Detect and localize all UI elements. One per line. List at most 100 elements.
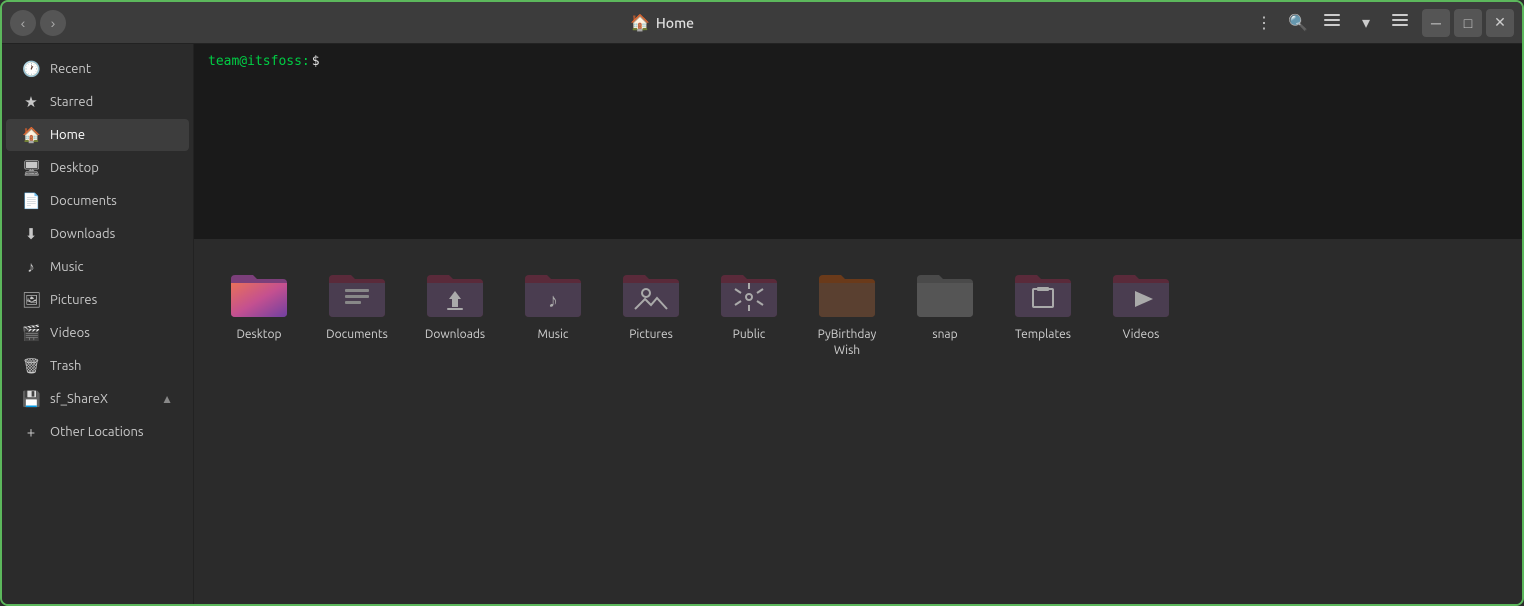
main-area: 🕐 Recent ★ Starred 🏠 Home 🖥 Desktop 📄 Do… [2,44,1522,604]
maximize-icon: □ [1464,15,1472,31]
files-section: Desktop Docum [194,239,1522,604]
forward-icon: › [51,15,56,31]
pictures-label: Pictures [629,327,673,343]
back-icon: ‹ [21,15,26,31]
snap-label: snap [932,327,957,343]
view-list-icon [1324,12,1340,33]
sidebar-label-trash: Trash [50,359,81,373]
sidebar-item-trash[interactable]: 🗑 Trash [6,350,189,382]
search-icon: 🔍 [1288,13,1308,33]
music-icon: ♪ [22,258,40,276]
recent-icon: 🕐 [22,60,40,78]
home-sidebar-icon: 🏠 [22,126,40,144]
sidebar-item-desktop[interactable]: 🖥 Desktop [6,152,189,184]
folder-videos[interactable]: Videos [1096,255,1186,368]
sidebar-label-downloads: Downloads [50,227,115,241]
search-button[interactable]: 🔍 [1284,9,1312,37]
folder-documents[interactable]: Documents [312,255,402,368]
maximize-button[interactable]: □ [1454,9,1482,37]
window-controls: ─ □ ✕ [1422,9,1514,37]
forward-button[interactable]: › [40,10,66,36]
sidebar-label-starred: Starred [50,95,93,109]
titlebar-right: ⋮ 🔍 ▾ [1250,9,1414,37]
sidebar-label-documents: Documents [50,194,117,208]
sidebar-label-sf-sharex: sf_ShareX [50,392,108,406]
close-icon: ✕ [1494,14,1506,31]
desktop-icon: 🖥 [22,159,40,177]
downloads-icon: ⬇ [22,225,40,243]
svg-text:♪: ♪ [548,288,558,311]
more-options-icon: ⋮ [1256,13,1272,33]
sidebar-item-home[interactable]: 🏠 Home [6,119,189,151]
files-grid: Desktop Docum [214,255,1502,368]
snap-folder-icon [913,265,977,321]
sort-icon: ▾ [1362,13,1370,33]
templates-folder-icon [1011,265,1075,321]
sidebar-item-sf-sharex[interactable]: 💾 sf_ShareX ▲ [6,383,189,415]
sidebar-item-pictures[interactable]: 🖼 Pictures [6,284,189,316]
documents-folder-icon [325,265,389,321]
downloads-folder-icon [423,265,487,321]
close-button[interactable]: ✕ [1486,9,1514,37]
documents-icon: 📄 [22,192,40,210]
sidebar-item-downloads[interactable]: ⬇ Downloads [6,218,189,250]
music-folder-icon: ♪ [521,265,585,321]
sidebar-item-music[interactable]: ♪ Music [6,251,189,283]
home-icon: 🏠 [630,13,650,32]
more-options-button[interactable]: ⋮ [1250,9,1278,37]
music-label: Music [538,327,569,343]
prompt-user: team@itsfoss: [208,54,310,69]
downloads-label: Downloads [425,327,485,343]
folder-music[interactable]: ♪ Music [508,255,598,368]
sidebar-label-recent: Recent [50,62,91,76]
documents-label: Documents [326,327,388,343]
pictures-folder-icon [619,265,683,321]
pybirthday-label: PyBirthday Wish [808,327,886,358]
file-manager-window: ‹ › 🏠 Home ⋮ 🔍 [0,0,1524,606]
nav-buttons: ‹ › [10,10,66,36]
videos-icon: 🎬 [22,324,40,342]
star-icon: ★ [22,93,40,111]
view-list-button[interactable] [1318,9,1346,37]
terminal-prompt: team@itsfoss: $ [208,54,1508,69]
pybirthday-folder-icon [815,265,879,321]
folder-pybirthday[interactable]: PyBirthday Wish [802,255,892,368]
window-title: Home [656,15,694,31]
folder-downloads[interactable]: Downloads [410,255,500,368]
folder-snap[interactable]: snap [900,255,990,368]
sidebar-label-videos: Videos [50,326,90,340]
pictures-icon: 🖼 [22,291,40,309]
trash-icon: 🗑 [22,357,40,375]
folder-desktop[interactable]: Desktop [214,255,304,368]
folder-pictures[interactable]: Pictures [606,255,696,368]
desktop-label: Desktop [236,327,281,343]
public-folder-icon [717,265,781,321]
prompt-cursor: $ [312,54,320,69]
templates-label: Templates [1015,327,1071,343]
sidebar-item-recent[interactable]: 🕐 Recent [6,53,189,85]
drive-icon: 💾 [22,390,40,408]
back-button[interactable]: ‹ [10,10,36,36]
sidebar-label-music: Music [50,260,84,274]
sidebar-label-other-locations: Other Locations [50,425,144,439]
videos-folder-icon [1109,265,1173,321]
terminal-section: team@itsfoss: $ [194,44,1522,239]
sidebar-item-videos[interactable]: 🎬 Videos [6,317,189,349]
content-area: team@itsfoss: $ [194,44,1522,604]
folder-templates[interactable]: Templates [998,255,1088,368]
desktop-folder-icon [227,265,291,321]
sidebar-label-pictures: Pictures [50,293,97,307]
titlebar: ‹ › 🏠 Home ⋮ 🔍 [2,2,1522,44]
other-locations-icon: + [22,423,40,440]
eject-button[interactable]: ▲ [161,392,173,406]
sidebar-item-other-locations[interactable]: + Other Locations [6,416,189,447]
public-label: Public [733,327,766,343]
sidebar-item-starred[interactable]: ★ Starred [6,86,189,118]
sort-options-button[interactable]: ▾ [1352,9,1380,37]
menu-button[interactable] [1386,9,1414,37]
folder-public[interactable]: Public [704,255,794,368]
hamburger-icon [1392,12,1408,33]
minimize-button[interactable]: ─ [1422,9,1450,37]
sidebar-item-documents[interactable]: 📄 Documents [6,185,189,217]
minimize-icon: ─ [1431,15,1441,31]
